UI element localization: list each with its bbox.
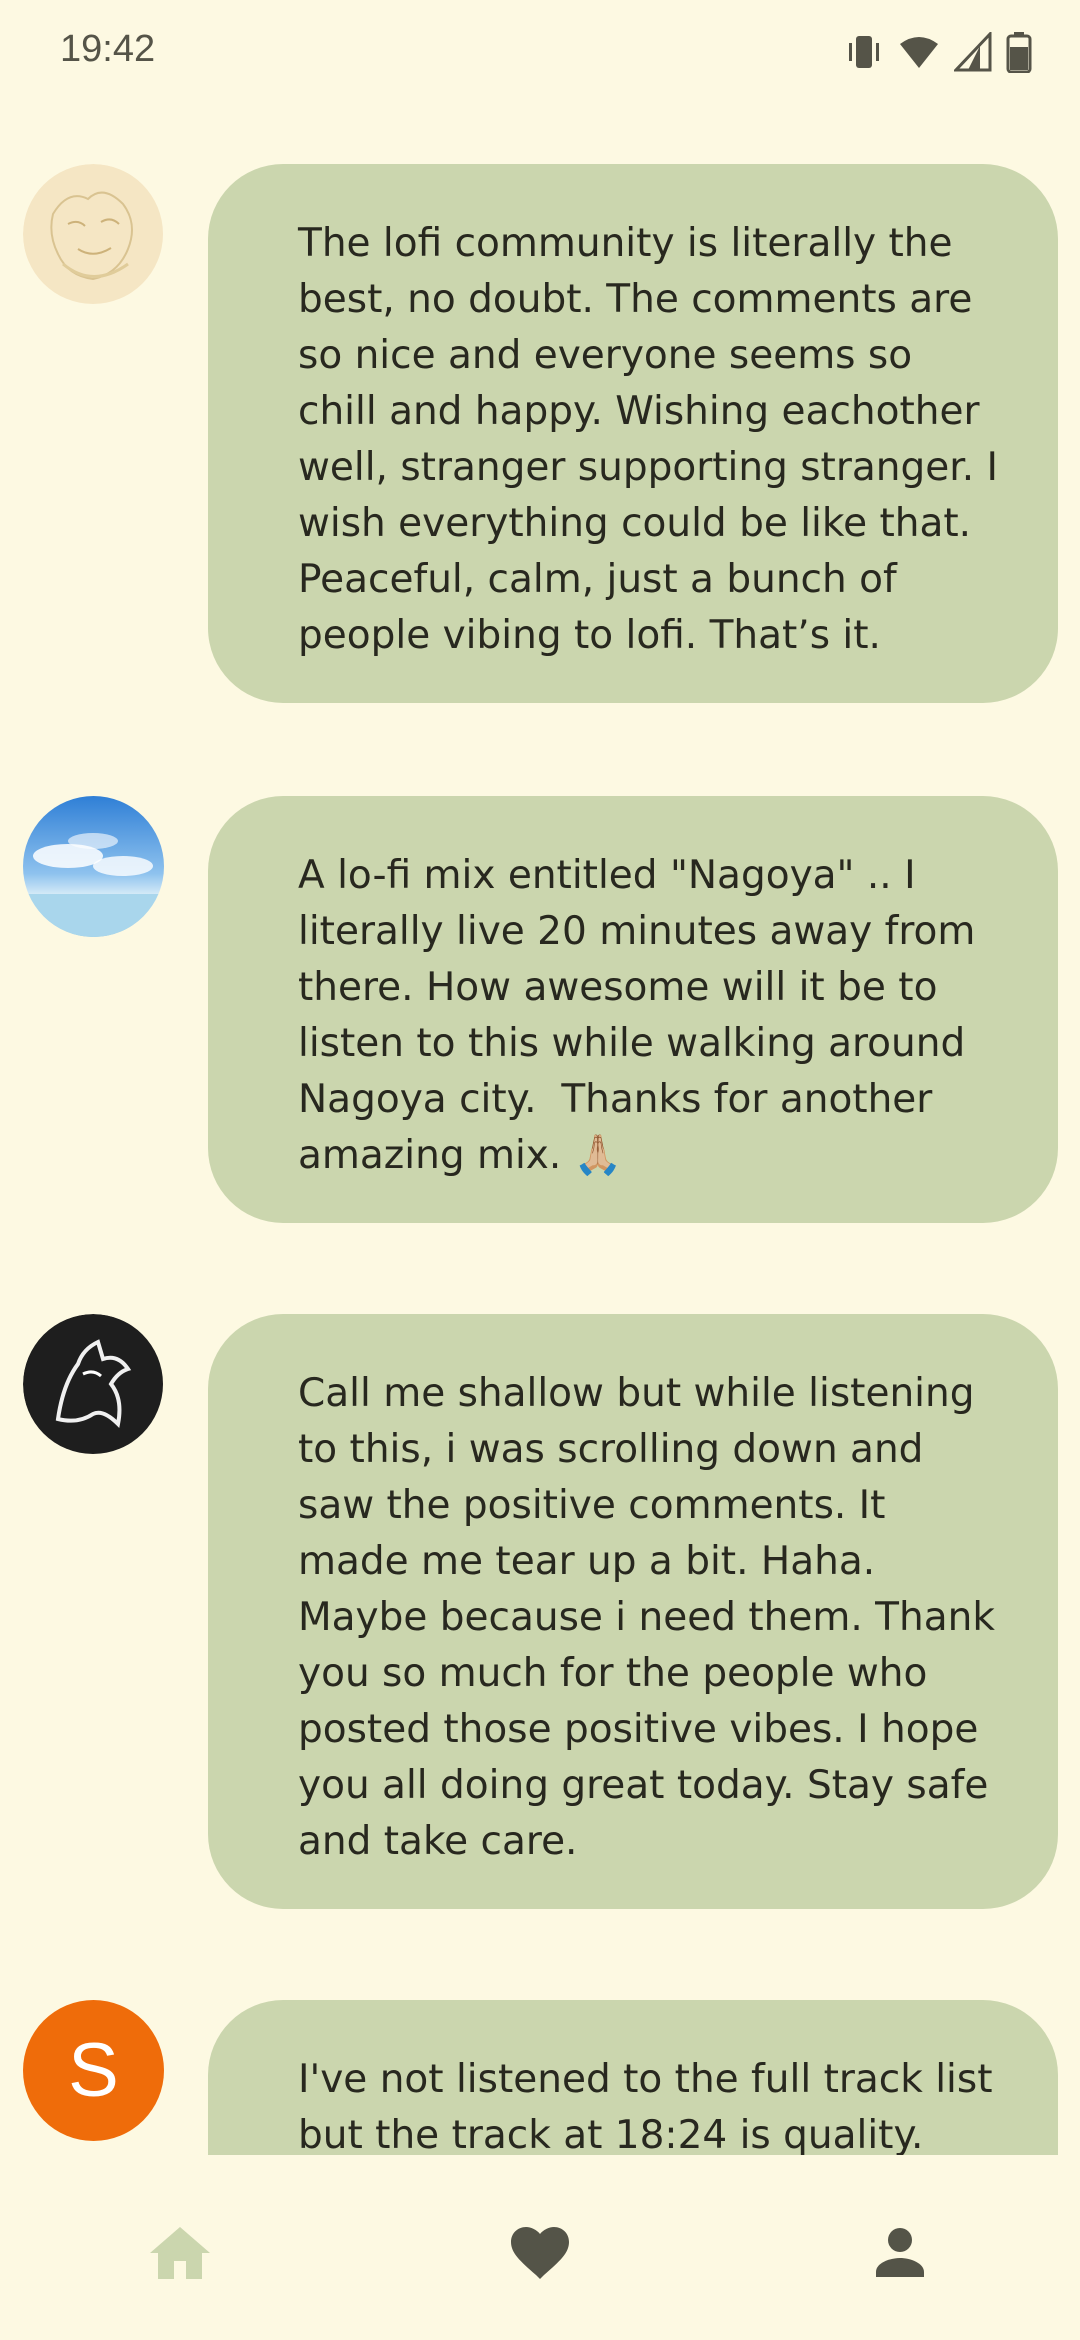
profile-icon: [874, 2227, 926, 2283]
heart-icon: [509, 2225, 571, 2285]
avatar-letter: S: [68, 2028, 119, 2113]
vibrate-icon: [844, 32, 884, 72]
user-avatar[interactable]: [23, 164, 164, 305]
comment-feed[interactable]: The lofi community is literally the best…: [0, 160, 1080, 2155]
signal-icon: [954, 32, 992, 72]
user-avatar[interactable]: S: [23, 2000, 164, 2141]
status-bar: 19:42: [0, 0, 1080, 105]
nav-favorites[interactable]: [500, 2215, 580, 2295]
comment-text: I've not listened to the full track list…: [298, 2057, 1005, 2155]
status-time: 19:42: [60, 28, 156, 70]
comment-bubble: The lofi community is literally the best…: [208, 164, 1058, 703]
wifi-icon: [898, 32, 940, 72]
bottom-navigation: [0, 2155, 1080, 2340]
nav-profile[interactable]: [860, 2215, 940, 2295]
nav-home[interactable]: [140, 2215, 220, 2295]
battery-icon: [1006, 31, 1032, 73]
user-avatar[interactable]: [23, 796, 164, 937]
home-icon: [148, 2223, 212, 2287]
user-avatar[interactable]: [23, 1314, 164, 1455]
comment-bubble: I've not listened to the full track list…: [208, 2000, 1058, 2155]
comment-text: The lofi community is literally the best…: [298, 221, 1011, 658]
status-icons: [844, 30, 1032, 74]
comment-bubble: Call me shallow but while listening to t…: [208, 1314, 1058, 1909]
comment-bubble: A lo-fi mix entitled "Nagoya" .. I liter…: [208, 796, 1058, 1223]
comment-text: A lo-fi mix entitled "Nagoya" .. I liter…: [298, 853, 988, 1178]
comment-text: Call me shallow but while listening to t…: [298, 1371, 1008, 1864]
